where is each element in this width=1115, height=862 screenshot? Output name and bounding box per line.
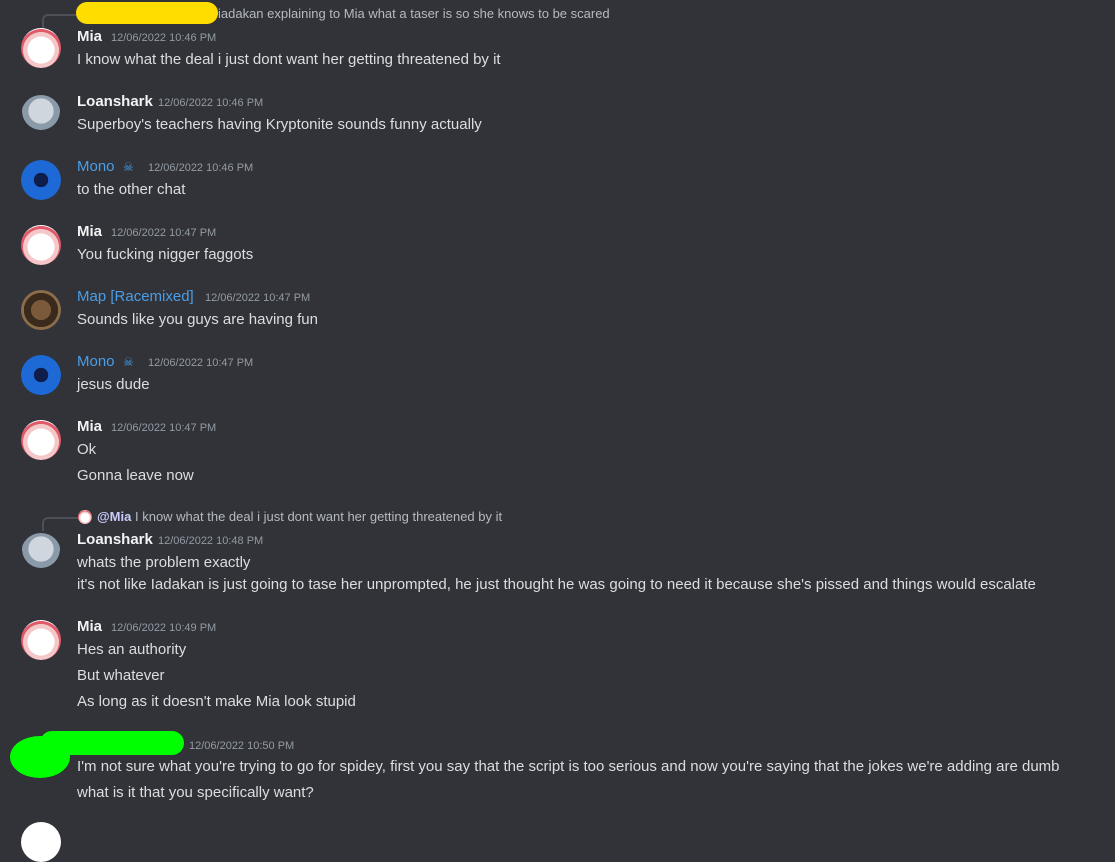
timestamp: 12/06/2022 10:47 PM <box>111 227 217 239</box>
timestamp: 12/06/2022 10:46 PM <box>148 162 254 174</box>
author-name[interactable]: Mono <box>77 158 115 175</box>
message-text: it's not like Iadakan is just going to t… <box>77 576 1036 593</box>
author-name[interactable]: Mia <box>77 618 102 635</box>
reply-avatar <box>78 510 92 524</box>
author-name[interactable]: Mia <box>77 223 102 240</box>
reply-preview-text[interactable]: iadakan explaining to Mia what a taser i… <box>218 6 610 21</box>
message-text: Superboy's teachers having Kryptonite so… <box>77 116 482 133</box>
timestamp: 12/06/2022 10:47 PM <box>205 292 311 304</box>
avatar[interactable] <box>21 420 61 460</box>
message-text: Hes an authority <box>77 641 187 658</box>
author-name[interactable]: Loanshark <box>77 93 153 110</box>
avatar[interactable] <box>21 160 61 200</box>
redacted-username <box>40 731 184 755</box>
avatar[interactable] <box>21 290 61 330</box>
reply-mention[interactable]: @Mia <box>97 509 131 524</box>
skull-crossbones-icon: ☠ <box>123 160 134 174</box>
timestamp: 12/06/2022 10:46 PM <box>111 32 217 44</box>
author-name[interactable]: Mia <box>77 418 102 435</box>
message-text: Ok <box>77 441 97 458</box>
timestamp: 12/06/2022 10:48 PM <box>158 535 264 547</box>
author-name[interactable]: Mia <box>77 28 102 45</box>
message-text: I'm not sure what you're trying to go fo… <box>77 758 1060 775</box>
avatar[interactable] <box>21 620 61 660</box>
message-text: You fucking nigger faggots <box>77 246 254 263</box>
message-text: As long as it doesn't make Mia look stup… <box>77 693 356 710</box>
timestamp: 12/06/2022 10:47 PM <box>148 357 254 369</box>
avatar[interactable] <box>21 28 61 68</box>
avatar[interactable] <box>21 822 61 862</box>
timestamp: 12/06/2022 10:49 PM <box>111 622 217 634</box>
reply-connector <box>42 14 78 28</box>
avatar[interactable] <box>21 355 61 395</box>
skull-crossbones-icon: ☠ <box>123 355 134 369</box>
message-text: jesus dude <box>77 376 150 393</box>
message-text: whats the problem exactly <box>77 554 251 571</box>
reply-preview-text: I know what the deal i just dont want he… <box>134 509 503 524</box>
avatar[interactable] <box>21 225 61 265</box>
message-text: what is it that you specifically want? <box>77 784 314 801</box>
timestamp: 12/06/2022 10:50 PM <box>189 740 295 752</box>
message-text: But whatever <box>77 667 165 684</box>
message-text: to the other chat <box>77 181 186 198</box>
timestamp: 12/06/2022 10:47 PM <box>111 422 217 434</box>
message-text: I know what the deal i just dont want he… <box>77 51 501 68</box>
message-text: Gonna leave now <box>77 467 194 484</box>
author-name[interactable]: Map [Racemixed] <box>77 288 194 305</box>
author-name[interactable]: Loanshark <box>77 531 153 548</box>
reply-connector <box>42 517 78 531</box>
avatar[interactable] <box>21 533 61 573</box>
author-name[interactable]: Mono <box>77 353 115 370</box>
avatar[interactable] <box>21 95 61 135</box>
message-text: Sounds like you guys are having fun <box>77 311 318 328</box>
timestamp: 12/06/2022 10:46 PM <box>158 97 264 109</box>
redacted-username <box>76 2 218 24</box>
reply-preview[interactable]: @Mia I know what the deal i just dont wa… <box>97 509 502 524</box>
